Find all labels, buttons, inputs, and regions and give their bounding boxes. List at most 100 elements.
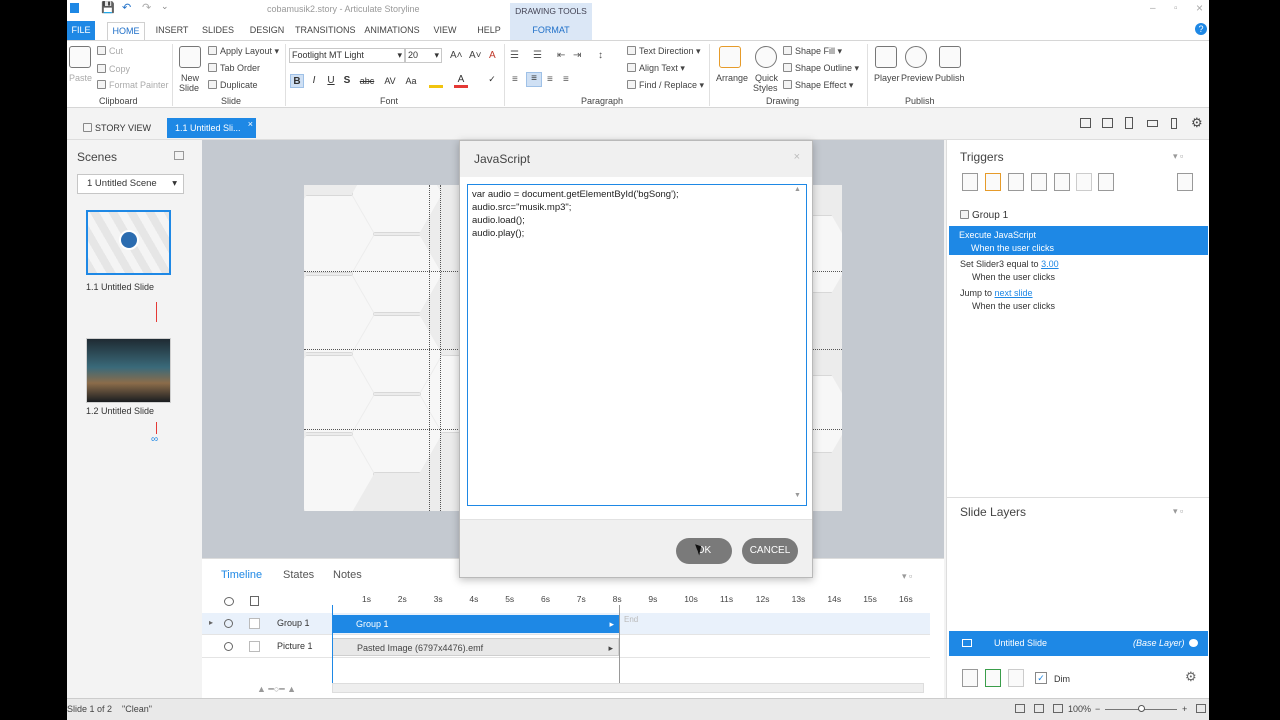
quick-styles-label[interactable]: Quick	[755, 73, 778, 83]
new-trigger-icon[interactable]	[962, 173, 978, 191]
publish-icon[interactable]	[939, 46, 961, 68]
grid-view-icon[interactable]	[1034, 704, 1044, 713]
code-scrollbar[interactable]: ▲ ▼	[792, 186, 804, 504]
spelling-icon[interactable]: ✓	[485, 74, 499, 88]
shrink-font-button[interactable]: A˅	[469, 50, 482, 61]
format-painter-button[interactable]: Format Painter	[97, 80, 169, 90]
trigger-item[interactable]: Execute JavaScript When the user clicks	[949, 226, 1208, 255]
align-text-button[interactable]: Align Text ▾	[627, 63, 685, 74]
trigger-item[interactable]: Set Slider3 equal to 3.00 When the user c…	[960, 259, 1059, 282]
zoom-slider-icon[interactable]: ▲ ━○━ ▲	[257, 684, 296, 695]
tab-view[interactable]: VIEW	[429, 22, 461, 40]
quick-styles-icon[interactable]	[755, 46, 777, 68]
shadow-button[interactable]: S	[340, 74, 354, 88]
cancel-button[interactable]: CANCEL	[742, 538, 798, 564]
tab-states[interactable]: States	[283, 569, 314, 581]
zoom-slider-thumb[interactable]	[1138, 705, 1145, 712]
undo-icon[interactable]: ↶	[122, 1, 131, 14]
decrease-indent-icon[interactable]: ⇤	[557, 50, 565, 61]
find-replace-button[interactable]: Find / Replace ▾	[627, 80, 704, 91]
tab-transitions[interactable]: TRANSITIONS	[295, 22, 356, 40]
numbering-icon[interactable]: ☰	[533, 50, 542, 61]
new-slide-icon[interactable]	[179, 46, 201, 68]
preview-icon[interactable]	[905, 46, 927, 68]
tab-home[interactable]: HOME	[107, 22, 145, 40]
zoom-out-button[interactable]: −	[1095, 699, 1100, 719]
tablet-portrait-icon[interactable]	[1125, 117, 1133, 129]
shape-outline-button[interactable]: Shape Outline ▾	[783, 63, 859, 74]
tab-timeline[interactable]: Timeline	[221, 569, 262, 581]
line-spacing-icon[interactable]: ↕	[598, 50, 603, 61]
align-right-icon[interactable]: ≡	[547, 74, 553, 85]
increase-indent-icon[interactable]: ⇥	[573, 50, 581, 61]
timeline-bar[interactable]: Group 1 ▸	[332, 615, 619, 633]
duplicate-button[interactable]: Duplicate	[208, 80, 258, 90]
font-color-icon[interactable]: A	[454, 74, 468, 88]
apply-layout-button[interactable]: Apply Layout ▾	[208, 46, 279, 57]
change-case-button[interactable]: Aa	[402, 74, 420, 88]
trigger-item[interactable]: Jump to next slide When the user clicks	[960, 288, 1055, 311]
tab-design[interactable]: DESIGN	[247, 22, 287, 40]
trigger-value-link[interactable]: 3.00	[1041, 259, 1059, 269]
publish-button[interactable]: Publish	[935, 73, 965, 83]
new-slide-label-2[interactable]: Slide	[179, 83, 199, 93]
italic-button[interactable]: I	[307, 74, 321, 88]
highlight-color-icon[interactable]	[429, 74, 443, 88]
copy-button[interactable]: Copy	[97, 64, 130, 74]
timeline-row[interactable]: ▸ Group 1 Group 1 ▸ End	[202, 613, 930, 635]
collapse-panel-icon[interactable]: ▾ ▫	[902, 571, 912, 582]
base-layer-row[interactable]: Untitled Slide (Base Layer)	[949, 631, 1208, 656]
playhead[interactable]	[332, 605, 333, 683]
scroll-down-icon[interactable]: ▼	[794, 492, 801, 499]
character-spacing-button[interactable]: AV	[381, 74, 399, 88]
dim-checkbox[interactable]: ✓	[1035, 672, 1047, 684]
eye-icon[interactable]	[224, 642, 233, 651]
timeline-ruler[interactable]: 1s 2s 3s 4s 5s 6s 7s 8s 9s 10s 11s 12s 13s 14s 15s 16s	[332, 594, 930, 608]
tab-notes[interactable]: Notes	[333, 569, 362, 581]
tab-file[interactable]: FILE	[67, 21, 95, 40]
help-icon[interactable]: ?	[1195, 23, 1207, 35]
player-icon[interactable]	[875, 46, 897, 68]
scene-select[interactable]: 1 Untitled Scene ▾	[77, 174, 184, 194]
timeline-scrollbar[interactable]	[332, 683, 924, 693]
phone-portrait-icon[interactable]	[1171, 118, 1177, 129]
redo-icon[interactable]: ↷	[142, 1, 151, 14]
bold-button[interactable]: B	[290, 74, 304, 88]
trigger-value-link[interactable]: next slide	[995, 288, 1033, 298]
close-dialog-icon[interactable]: ×	[794, 151, 800, 163]
tab-help[interactable]: HELP	[471, 22, 507, 40]
minimize-button[interactable]: –	[1150, 3, 1156, 14]
slide-thumbnail[interactable]	[86, 210, 171, 275]
close-tab-icon[interactable]: ×	[248, 114, 253, 134]
shape-fill-button[interactable]: Shape Fill ▾	[783, 46, 842, 57]
tab-order-button[interactable]: Tab Order	[208, 63, 260, 73]
quick-styles-label-2[interactable]: Styles	[753, 83, 778, 93]
slide-thumbnail[interactable]	[86, 338, 171, 403]
slide-tab[interactable]: 1.1 Untitled Sli... ×	[167, 118, 256, 138]
desktop-view-icon[interactable]	[1080, 118, 1091, 128]
underline-button[interactable]: U	[324, 74, 338, 88]
story-view-tab[interactable]: STORY VIEW	[75, 118, 157, 138]
delete-layer-icon[interactable]	[1008, 669, 1024, 687]
lock-checkbox[interactable]	[249, 618, 260, 629]
javascript-code-editor[interactable]: var audio = document.getElementById('bgS…	[467, 184, 807, 506]
normal-view-icon[interactable]	[1015, 704, 1025, 713]
new-layer-icon[interactable]	[962, 669, 978, 687]
expand-icon[interactable]: ▸	[209, 618, 213, 627]
ok-button[interactable]: OK	[676, 538, 732, 564]
close-window-button[interactable]: ×	[1196, 1, 1203, 15]
duplicate-layer-icon[interactable]	[985, 669, 1001, 687]
shape-effect-button[interactable]: Shape Effect ▾	[783, 80, 853, 91]
arrange-button[interactable]: Arrange	[716, 73, 748, 83]
tab-insert[interactable]: INSERT	[153, 22, 191, 40]
align-left-icon[interactable]: ≡	[512, 74, 518, 85]
customize-toolbar-icon[interactable]: ⌄	[161, 1, 169, 12]
gear-icon[interactable]: ⚙	[1191, 115, 1203, 131]
gear-icon[interactable]: ⚙	[1185, 669, 1197, 685]
restore-button[interactable]: ▫	[1174, 3, 1178, 14]
delete-trigger-icon[interactable]	[1054, 173, 1070, 191]
fit-to-window-icon[interactable]	[1196, 704, 1206, 713]
paste-button[interactable]: Paste	[69, 73, 92, 83]
scroll-up-icon[interactable]: ▲	[794, 186, 801, 193]
eye-icon[interactable]	[224, 619, 233, 628]
